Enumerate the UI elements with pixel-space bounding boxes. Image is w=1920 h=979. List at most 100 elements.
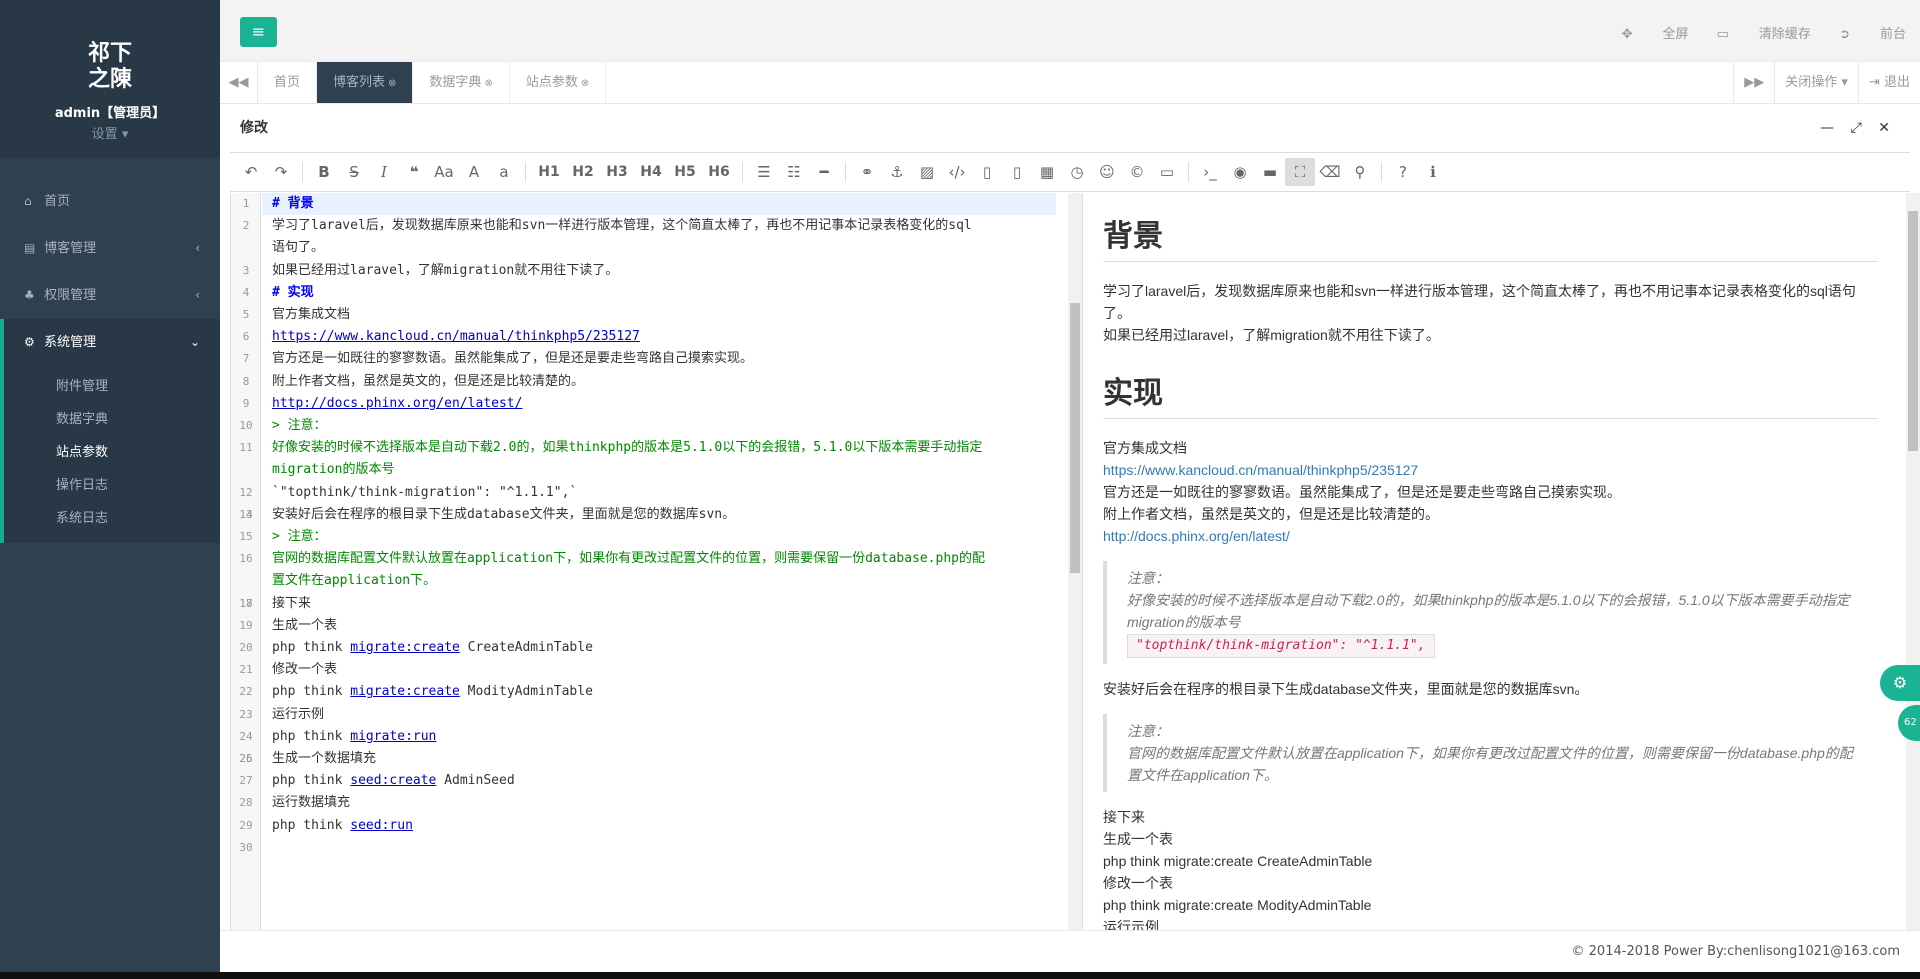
maximize-icon[interactable]: ⤢ (1851, 120, 1862, 136)
goto-line-icon[interactable]: ›_ (1195, 158, 1225, 186)
redo-icon[interactable]: ↷ (266, 158, 296, 186)
menu-toggle-button[interactable]: ≡ (240, 17, 277, 47)
close-icon[interactable]: ⊗ (484, 78, 492, 89)
h5-button[interactable]: H5 (668, 158, 702, 186)
link-icon[interactable]: ⚭ (852, 158, 882, 186)
line-text: migration的版本号 (272, 462, 395, 478)
tab-site-params[interactable]: 站点参数 ⊗ (510, 62, 607, 103)
close-icon[interactable]: ✕ (1878, 120, 1890, 136)
watch-icon[interactable]: ◉ (1225, 158, 1255, 186)
editor-command-link[interactable]: migrate:create (350, 684, 460, 699)
line-number: 8 (242, 374, 250, 388)
markdown-editor[interactable]: 1 # 背景 2 学习了laravel后，发现数据库原来也能和svn一样进行版本管理，… (230, 193, 1070, 930)
close-operations-dropdown[interactable]: 关闭操作 ▾ (1774, 62, 1858, 103)
lowercase-icon[interactable]: a (489, 158, 519, 186)
help-icon[interactable]: ? (1388, 158, 1418, 186)
topbar: ≡ ✥ 全屏 ▭ 清除缓存 ➲ 前台 (220, 0, 1920, 62)
sidebar-subitem-site-params[interactable]: 站点参数 (4, 436, 220, 469)
code-block-icon[interactable]: ▯ (1002, 158, 1032, 186)
code-icon[interactable]: ‹/› (942, 158, 972, 186)
search-icon[interactable]: ⚲ (1345, 158, 1375, 186)
preview-icon[interactable]: ▬ (1255, 158, 1285, 186)
editor-command-link[interactable]: migrate:create (350, 640, 460, 655)
sidebar-item-home[interactable]: ⌂ 首页 (0, 178, 220, 225)
editor-line: 6 https://www.kancloud.cn/manual/thinkphp… (243, 326, 1056, 348)
tab-dictionary[interactable]: 数据字典 ⊗ (413, 62, 510, 103)
editor-command-link[interactable]: migrate:run (350, 729, 436, 744)
anchor-icon[interactable]: ⚓ (882, 158, 912, 186)
list-ol-icon[interactable]: ☷ (779, 158, 809, 186)
fullscreen-button[interactable]: ✥ 全屏 (1622, 27, 1689, 42)
frontend-button[interactable]: ➲ 前台 (1839, 27, 1906, 42)
preview-link[interactable]: https://www.kancloud.cn/manual/thinkphp5… (1103, 462, 1418, 478)
settings-dropdown[interactable]: 设置 ▾ (0, 123, 220, 142)
horizontal-rule-icon[interactable]: ━ (809, 158, 839, 186)
line-text: 安装好后会在程序的根目录下生成database文件夹，里面就是您的数据库svn。 (272, 506, 736, 522)
sidebar-subitem-attachments[interactable]: 附件管理 (4, 370, 220, 403)
fullscreen-icon[interactable]: ⛶ (1285, 158, 1315, 186)
preview-paragraph: 附上作者文档，虽然是英文的，但是还是比较清楚的。 (1103, 506, 1439, 522)
editor-line: 26 生成一个数据填充 (239, 748, 1056, 770)
h1-button[interactable]: H1 (532, 158, 566, 186)
tab-home[interactable]: 首页 (258, 62, 318, 103)
h4-button[interactable]: H4 (634, 158, 668, 186)
quote-icon[interactable]: ❝ (399, 158, 429, 186)
editor-command-link[interactable]: seed:run (350, 818, 413, 833)
emoji-icon[interactable]: ☺ (1092, 158, 1122, 186)
uppercase-icon[interactable]: Aa (429, 158, 459, 186)
italic-icon[interactable]: I (369, 158, 399, 186)
image-icon[interactable]: ▨ (912, 158, 942, 186)
line-text: https://www.kancloud.cn/manual/thinkphp5… (262, 326, 640, 348)
editor-line: 12 `"topthink/think-migration": "^1.1.1",… (239, 482, 1056, 504)
line-number: 23 (239, 707, 253, 721)
clear-cache-button[interactable]: ▭ 清除缓存 (1717, 27, 1811, 42)
tabs-scroll-left-button[interactable]: ◀◀ (220, 62, 258, 103)
line-text: 生成一个表 (272, 617, 338, 633)
editor-scrollbar[interactable] (1068, 193, 1082, 930)
sidebar-subitem-dictionary[interactable]: 数据字典 (4, 403, 220, 436)
h6-button[interactable]: H6 (702, 158, 736, 186)
line-number: 27 (239, 774, 253, 788)
logout-button[interactable]: ⇥ 退出 (1857, 62, 1920, 103)
html-entities-icon[interactable]: © (1122, 158, 1152, 186)
h3-button[interactable]: H3 (600, 158, 634, 186)
sidebar-item-system[interactable]: ⚙ 系统管理 ⌄ (0, 319, 220, 366)
preview-link[interactable]: http://docs.phinx.org/en/latest/ (1103, 528, 1290, 544)
uppercase-all-icon[interactable]: A (459, 158, 489, 186)
undo-icon[interactable]: ↶ (236, 158, 266, 186)
list-ul-icon[interactable]: ☰ (749, 158, 779, 186)
preformatted-text-icon[interactable]: ▯ (972, 158, 1002, 186)
line-text: http://docs.phinx.org/en/latest/ (262, 393, 522, 415)
close-icon[interactable]: ⊗ (581, 78, 589, 89)
line-text: > 注意： (272, 529, 327, 545)
minimize-icon[interactable]: — (1820, 120, 1834, 136)
editor-line: 22 php think migrate:create ModityAdminTa… (239, 681, 1056, 703)
info-icon[interactable]: ℹ (1418, 158, 1448, 186)
line-number: 19 (239, 618, 253, 632)
table-icon[interactable]: ▦ (1032, 158, 1062, 186)
editor-link[interactable]: https://www.kancloud.cn/manual/thinkphp5… (272, 329, 640, 344)
close-icon[interactable]: ⊗ (388, 78, 396, 89)
tab-blog-list[interactable]: 博客列表 ⊗ (317, 62, 414, 103)
preview-scrollbar[interactable] (1906, 193, 1920, 930)
pagebreak-icon[interactable]: ▭ (1152, 158, 1182, 186)
bold-icon[interactable]: B (309, 158, 339, 186)
sidebar-item-blog[interactable]: ▤ 博客管理 ‹ (0, 225, 220, 272)
sidebar-subitem-system-log[interactable]: 系统日志 (4, 502, 220, 535)
sidebar-item-permission[interactable]: ♣ 权限管理 ‹ (0, 272, 220, 319)
h2-button[interactable]: H2 (566, 158, 600, 186)
editor-link[interactable]: http://docs.phinx.org/en/latest/ (272, 396, 522, 411)
tabs-scroll-right-button[interactable]: ▶▶ (1733, 62, 1774, 103)
sidebar-subitem-operation-log[interactable]: 操作日志 (4, 469, 220, 502)
home-icon: ⌂ (24, 194, 32, 208)
clear-icon[interactable]: ⌫ (1315, 158, 1345, 186)
datetime-icon[interactable]: ◷ (1062, 158, 1092, 186)
top-actions: ✥ 全屏 ▭ 清除缓存 ➲ 前台 (1598, 23, 1906, 42)
sidebar-nav: ⌂ 首页 ▤ 博客管理 ‹ ♣ 权限管理 ‹ ⚙ 系统管理 ⌄ (0, 178, 220, 366)
editor-command-link[interactable]: seed:create (350, 773, 436, 788)
editor-line: 11 好像安装的时候不选择版本是自动下载2.0的，如果thinkphp的版本是5.… (239, 437, 1056, 459)
strikethrough-icon[interactable]: S (339, 158, 369, 186)
line-text: 附上作者文档，虽然是英文的，但是还是比较清楚的。 (272, 373, 585, 389)
theme-settings-button[interactable]: ⚙ (1880, 665, 1920, 701)
line-text: php think migrate:create CreateAdminTabl… (272, 640, 593, 656)
